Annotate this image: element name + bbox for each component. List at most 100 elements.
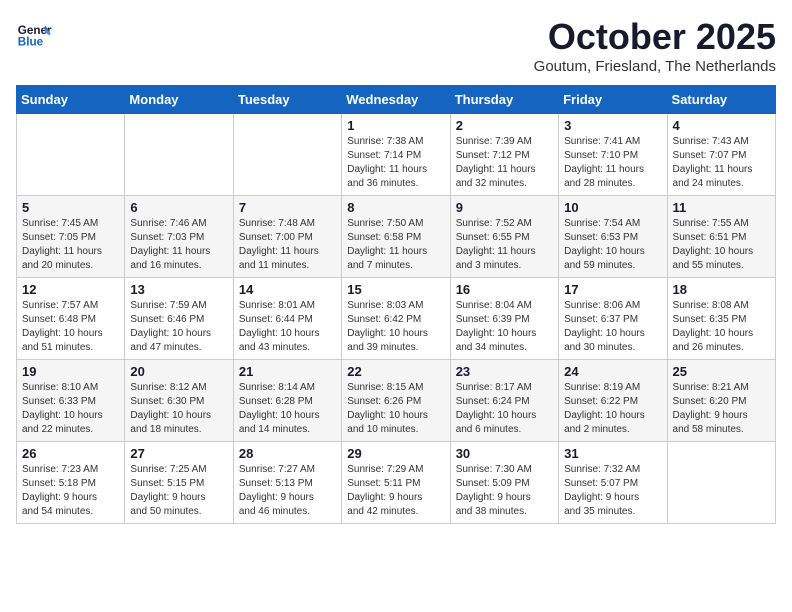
day-info: Sunrise: 8:21 AM Sunset: 6:20 PM Dayligh… [673,381,770,437]
calendar-cell: 29 Sunrise: 7:29 AM Sunset: 5:11 PM Dayli… [342,442,450,524]
day-info: Sunrise: 7:57 AM Sunset: 6:48 PM Dayligh… [22,299,119,355]
calendar-cell: 19 Sunrise: 8:10 AM Sunset: 6:33 PM Dayli… [17,360,125,442]
day-info: Sunrise: 8:10 AM Sunset: 6:33 PM Dayligh… [22,381,119,437]
calendar-week-row: 5 Sunrise: 7:45 AM Sunset: 7:05 PM Daylig… [17,196,776,278]
calendar-cell: 5 Sunrise: 7:45 AM Sunset: 7:05 PM Daylig… [17,196,125,278]
calendar-cell: 4Sunrise: 7:43 AM Sunset: 7:07 PM Daylig… [667,114,775,196]
day-number: 4 [673,118,770,133]
day-number: 2 [456,118,553,133]
calendar-cell: 12 Sunrise: 7:57 AM Sunset: 6:48 PM Dayli… [17,278,125,360]
day-info: Sunrise: 7:27 AM Sunset: 5:13 PM Dayligh… [239,463,336,519]
calendar-cell: 30Sunrise: 7:30 AM Sunset: 5:09 PM Dayli… [450,442,558,524]
calendar-cell [125,114,233,196]
calendar-cell: 1 Sunrise: 7:38 AM Sunset: 7:14 PM Daylig… [342,114,450,196]
day-number: 16 [456,282,553,297]
day-number: 31 [564,446,661,461]
day-number: 17 [564,282,661,297]
day-info: Sunrise: 7:38 AM Sunset: 7:14 PM Dayligh… [347,135,444,191]
day-info: Sunrise: 7:41 AM Sunset: 7:10 PM Dayligh… [564,135,661,191]
calendar-cell: 2 Sunrise: 7:39 AM Sunset: 7:12 PM Daylig… [450,114,558,196]
header-saturday: Saturday [667,86,775,114]
calendar-week-row: 1 Sunrise: 7:38 AM Sunset: 7:14 PM Daylig… [17,114,776,196]
title-block: October 2025 Goutum, Friesland, The Neth… [534,16,776,75]
day-info: Sunrise: 7:50 AM Sunset: 6:58 PM Dayligh… [347,217,444,273]
day-info: Sunrise: 7:25 AM Sunset: 5:15 PM Dayligh… [130,463,227,519]
day-number: 12 [22,282,119,297]
day-number: 25 [673,364,770,379]
day-number: 18 [673,282,770,297]
day-number: 28 [239,446,336,461]
day-number: 8 [347,200,444,215]
logo: General Blue [16,16,56,52]
calendar-cell: 31Sunrise: 7:32 AM Sunset: 5:07 PM Dayli… [559,442,667,524]
day-info: Sunrise: 7:30 AM Sunset: 5:09 PM Dayligh… [456,463,553,519]
day-info: Sunrise: 7:48 AM Sunset: 7:00 PM Dayligh… [239,217,336,273]
calendar-cell: 9Sunrise: 7:52 AM Sunset: 6:55 PM Daylig… [450,196,558,278]
day-info: Sunrise: 7:45 AM Sunset: 7:05 PM Dayligh… [22,217,119,273]
day-info: Sunrise: 8:01 AM Sunset: 6:44 PM Dayligh… [239,299,336,355]
day-info: Sunrise: 7:29 AM Sunset: 5:11 PM Dayligh… [347,463,444,519]
calendar-cell: 6 Sunrise: 7:46 AM Sunset: 7:03 PM Daylig… [125,196,233,278]
day-info: Sunrise: 8:03 AM Sunset: 6:42 PM Dayligh… [347,299,444,355]
calendar-cell: 24 Sunrise: 8:19 AM Sunset: 6:22 PM Dayli… [559,360,667,442]
header-tuesday: Tuesday [233,86,341,114]
calendar-cell: 22Sunrise: 8:15 AM Sunset: 6:26 PM Dayli… [342,360,450,442]
location-subtitle: Goutum, Friesland, The Netherlands [534,58,776,75]
day-info: Sunrise: 8:14 AM Sunset: 6:28 PM Dayligh… [239,381,336,437]
day-info: Sunrise: 8:04 AM Sunset: 6:39 PM Dayligh… [456,299,553,355]
calendar-cell: 25 Sunrise: 8:21 AM Sunset: 6:20 PM Dayli… [667,360,775,442]
day-number: 14 [239,282,336,297]
day-number: 27 [130,446,227,461]
calendar-cell: 10 Sunrise: 7:54 AM Sunset: 6:53 PM Dayli… [559,196,667,278]
calendar-cell: 16 Sunrise: 8:04 AM Sunset: 6:39 PM Dayli… [450,278,558,360]
header-friday: Friday [559,86,667,114]
calendar-cell: 14 Sunrise: 8:01 AM Sunset: 6:44 PM Dayli… [233,278,341,360]
header-wednesday: Wednesday [342,86,450,114]
day-info: Sunrise: 7:46 AM Sunset: 7:03 PM Dayligh… [130,217,227,273]
day-number: 6 [130,200,227,215]
calendar-cell: 13Sunrise: 7:59 AM Sunset: 6:46 PM Dayli… [125,278,233,360]
day-info: Sunrise: 7:59 AM Sunset: 6:46 PM Dayligh… [130,299,227,355]
day-number: 29 [347,446,444,461]
day-info: Sunrise: 7:54 AM Sunset: 6:53 PM Dayligh… [564,217,661,273]
month-title: October 2025 [534,16,776,58]
page-header: General Blue October 2025 Goutum, Friesl… [16,16,776,75]
calendar-cell: 11Sunrise: 7:55 AM Sunset: 6:51 PM Dayli… [667,196,775,278]
calendar-week-row: 12 Sunrise: 7:57 AM Sunset: 6:48 PM Dayli… [17,278,776,360]
day-number: 3 [564,118,661,133]
calendar-cell: 26Sunrise: 7:23 AM Sunset: 5:18 PM Dayli… [17,442,125,524]
day-number: 26 [22,446,119,461]
calendar-week-row: 19 Sunrise: 8:10 AM Sunset: 6:33 PM Dayli… [17,360,776,442]
header-monday: Monday [125,86,233,114]
day-number: 19 [22,364,119,379]
day-number: 10 [564,200,661,215]
day-number: 20 [130,364,227,379]
calendar-cell: 15 Sunrise: 8:03 AM Sunset: 6:42 PM Dayli… [342,278,450,360]
calendar-week-row: 26Sunrise: 7:23 AM Sunset: 5:18 PM Dayli… [17,442,776,524]
day-number: 21 [239,364,336,379]
calendar-cell [17,114,125,196]
calendar-cell: 7Sunrise: 7:48 AM Sunset: 7:00 PM Daylig… [233,196,341,278]
calendar-cell [667,442,775,524]
day-info: Sunrise: 7:39 AM Sunset: 7:12 PM Dayligh… [456,135,553,191]
calendar-cell: 23Sunrise: 8:17 AM Sunset: 6:24 PM Dayli… [450,360,558,442]
calendar-table: SundayMondayTuesdayWednesdayThursdayFrid… [16,85,776,524]
calendar-cell: 27 Sunrise: 7:25 AM Sunset: 5:15 PM Dayli… [125,442,233,524]
day-number: 5 [22,200,119,215]
logo-icon: General Blue [16,16,52,52]
calendar-cell: 21 Sunrise: 8:14 AM Sunset: 6:28 PM Dayli… [233,360,341,442]
calendar-cell: 18Sunrise: 8:08 AM Sunset: 6:35 PM Dayli… [667,278,775,360]
day-info: Sunrise: 8:12 AM Sunset: 6:30 PM Dayligh… [130,381,227,437]
calendar-cell: 28 Sunrise: 7:27 AM Sunset: 5:13 PM Dayli… [233,442,341,524]
day-number: 15 [347,282,444,297]
day-number: 24 [564,364,661,379]
calendar-cell: 20 Sunrise: 8:12 AM Sunset: 6:30 PM Dayli… [125,360,233,442]
day-info: Sunrise: 8:15 AM Sunset: 6:26 PM Dayligh… [347,381,444,437]
calendar-cell [233,114,341,196]
header-thursday: Thursday [450,86,558,114]
day-info: Sunrise: 7:52 AM Sunset: 6:55 PM Dayligh… [456,217,553,273]
day-info: Sunrise: 7:55 AM Sunset: 6:51 PM Dayligh… [673,217,770,273]
day-number: 1 [347,118,444,133]
header-sunday: Sunday [17,86,125,114]
day-info: Sunrise: 8:19 AM Sunset: 6:22 PM Dayligh… [564,381,661,437]
